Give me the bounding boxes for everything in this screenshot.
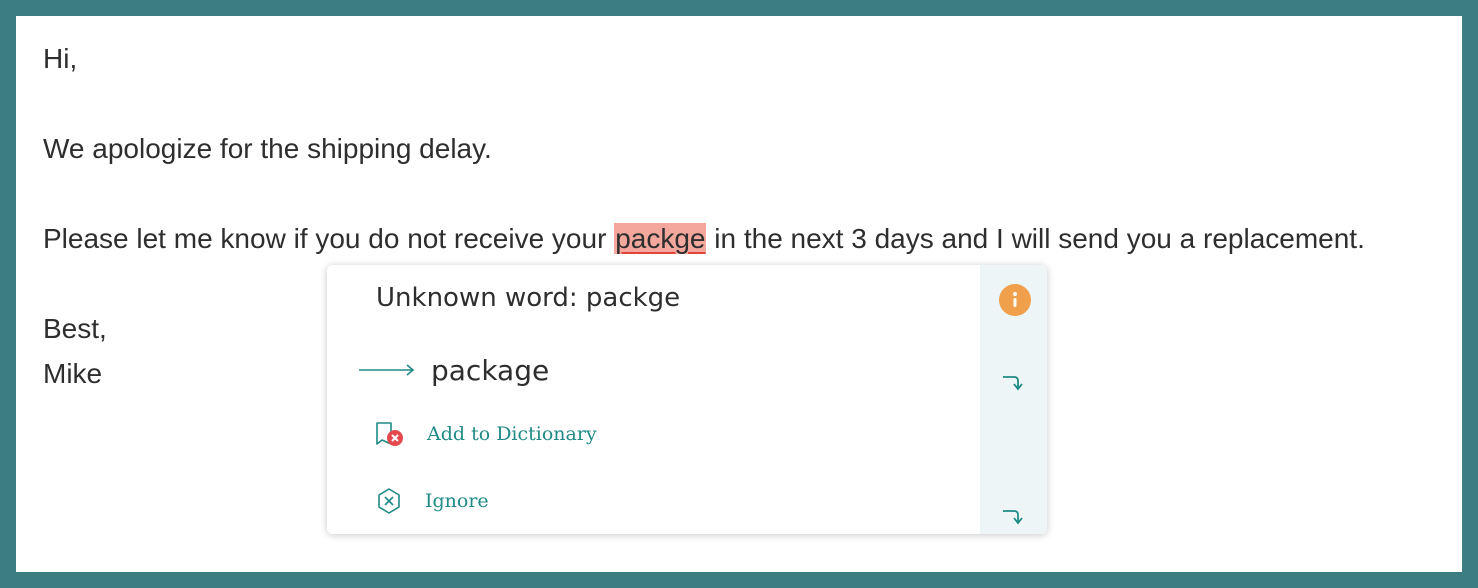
add-to-dictionary-label: Add to Dictionary <box>427 423 597 445</box>
ignore-button[interactable]: Ignore <box>373 485 489 517</box>
return-arrow-icon <box>1003 376 1023 391</box>
suggestion-text[interactable]: package <box>431 354 549 387</box>
add-to-dictionary-button[interactable]: Add to Dictionary <box>373 418 597 450</box>
popup-title: Unknown word: packge <box>376 283 681 313</box>
apply-ignore-button[interactable] <box>1000 505 1030 529</box>
request-line: Please let me know if you do not receive… <box>43 216 1365 261</box>
return-arrow-icon <box>1003 510 1023 525</box>
greeting-line: Hi, <box>43 43 78 74</box>
circle-x-icon <box>373 485 405 517</box>
long-arrow-right-icon <box>359 364 415 376</box>
dictionary-remove-icon <box>373 418 405 450</box>
editor-frame: Hi, We apologize for the shipping delay.… <box>16 16 1462 572</box>
suggestion-row[interactable]: package <box>359 350 549 390</box>
request-text-before: Please let me know if you do not receive… <box>43 223 615 254</box>
spellcheck-popup: Unknown word: packge package Add to Dict… <box>327 265 1047 534</box>
ignore-label: Ignore <box>425 490 489 512</box>
misspelled-word[interactable]: packge <box>614 223 707 254</box>
apology-line: We apologize for the shipping delay. <box>43 133 492 164</box>
info-icon[interactable] <box>999 284 1031 316</box>
request-text-after: in the next 3 days and I will send you a… <box>706 223 1365 254</box>
apply-suggestion-button[interactable] <box>1000 371 1030 395</box>
